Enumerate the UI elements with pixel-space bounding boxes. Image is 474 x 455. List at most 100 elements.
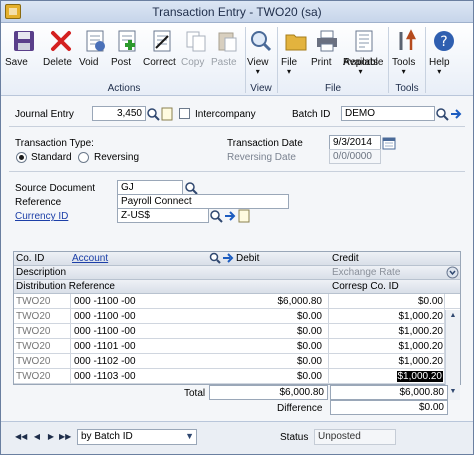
available-reports-button[interactable]: Available Reports [343,25,385,81]
expansion-arrow-icon[interactable] [223,209,237,223]
total-credit-field: $6,000.80 [330,385,448,400]
post-button[interactable]: Post [111,25,143,81]
post-icon [115,29,139,53]
reversing-date-field: 0/0/0000 [329,149,381,164]
currency-id-field[interactable]: Z-US$ [117,208,209,223]
note-icon[interactable] [237,209,251,223]
transaction-type-label: Transaction Type: [15,138,94,149]
difference-label: Difference [277,403,323,414]
footer-bar: ◀◀ ◀ ▶ ▶▶ by Batch ID ▼ Status Unposted [1,421,473,454]
group-label-actions: Actions [107,83,141,94]
svg-text:?: ? [440,34,447,50]
transaction-date-label: Transaction Date [227,138,303,149]
status-label: Status [280,432,309,443]
correct-button[interactable]: Correct [143,25,181,81]
printer-icon [315,29,339,53]
distribution-grid: Co. ID Account Debit Credit Description … [13,251,461,400]
previous-record-icon[interactable]: ◀ [31,431,43,443]
save-button[interactable]: Save [5,25,43,81]
paste-button[interactable]: Paste [211,25,243,81]
currency-id-link[interactable]: Currency ID [15,211,68,222]
table-row[interactable]: TWO20 000 -1101 -00 $0.00 $1,000.20 [14,339,460,354]
journal-entry-label: Journal Entry [15,109,74,120]
source-document-label: Source Document [15,183,96,194]
calendar-icon[interactable] [382,136,396,150]
standard-label: Standard [31,152,72,163]
sort-by-select[interactable]: by Batch ID ▼ [77,429,197,445]
table-row[interactable]: TWO20 000 -1102 -00 $0.00 $1,000.20 [14,354,460,369]
correct-icon [150,29,174,53]
ribbon-separator [277,27,278,93]
account-header-link[interactable]: Account [72,253,108,264]
print-button[interactable]: Print [311,25,343,81]
reversing-label: Reversing [94,152,140,163]
transaction-form: Journal Entry 3,450 Intercompany Batch I… [1,97,473,417]
title-bar: Transaction Entry - TWO20 (sa) [1,1,473,23]
reference-label: Reference [15,197,62,208]
grid-header-row: Co. ID Account Debit Credit [14,252,460,266]
reversing-date-label: Reversing Date [227,152,296,163]
ribbon-toolbar: Save Delete Void Post Correct Copy Paste… [1,23,473,96]
lookup-magnifier-icon[interactable] [435,107,449,121]
void-icon [83,29,107,53]
group-label-tools: Tools [395,83,419,94]
reports-icon [352,29,376,53]
intercompany-label: Intercompany [195,109,256,120]
reference-field[interactable]: Payroll Connect [117,194,289,209]
scroll-up-icon[interactable]: ▲ [448,312,458,322]
delete-button[interactable]: Delete [43,25,79,81]
lookup-magnifier-icon[interactable] [209,209,223,223]
batch-id-label: Batch ID [292,109,331,120]
table-row[interactable]: TWO20 000 -1103 -00 $0.00 $1,000.20 [14,369,460,384]
group-label-file: File [324,83,342,94]
credit-header: Credit [332,253,359,264]
batch-id-field[interactable]: DEMO [341,106,435,121]
tools-button[interactable]: Tools [392,25,422,81]
debit-header: Debit [236,253,260,264]
last-record-icon[interactable]: ▶▶ [59,431,71,443]
table-row[interactable]: TWO20 000 -1100 -00 $6,000.80 $0.00 [14,294,460,309]
copy-button[interactable]: Copy [181,25,211,81]
table-row[interactable]: TWO20 000 -1100 -00 $0.00 $1,000.20 [14,324,460,339]
grid-header-row: Distribution Reference Corresp Co. ID [14,280,460,294]
void-button[interactable]: Void [79,25,111,81]
difference-credit-field: $0.00 [330,400,448,415]
next-record-icon[interactable]: ▶ [45,431,57,443]
tools-icon [395,29,419,53]
transaction-date-field[interactable]: 9/3/2014 [329,135,381,150]
lookup-magnifier-icon[interactable] [146,107,160,121]
paste-icon [215,29,239,53]
file-button[interactable]: File [281,25,311,81]
ribbon-separator [388,27,389,93]
help-button[interactable]: ? Help [429,25,459,81]
source-document-field[interactable]: GJ [117,180,183,195]
chevron-down-icon: ▼ [185,431,194,441]
expansion-arrow-icon[interactable] [449,107,463,121]
journal-entry-field[interactable]: 3,450 [92,106,146,121]
description-header: Description [16,267,67,278]
status-field: Unposted [314,429,396,445]
intercompany-checkbox[interactable] [179,108,190,119]
magnifier-icon [249,29,273,53]
scroll-down-icon[interactable]: ▼ [448,388,458,398]
standard-radio[interactable] [16,152,27,163]
corresp-co-id-header: Corresp Co. ID [332,281,399,292]
help-icon: ? [432,29,456,53]
grid-header-row: Description Exchange Rate [14,266,460,280]
note-icon[interactable] [160,107,174,121]
header-arrow-icon[interactable] [222,252,234,267]
divider [9,171,465,172]
lookup-magnifier-icon[interactable] [184,181,198,195]
distribution-reference-header: Distribution Reference [16,281,115,292]
first-record-icon[interactable]: ◀◀ [15,431,27,443]
save-icon [12,29,36,53]
folder-icon [284,29,308,53]
ribbon-separator [425,27,426,93]
table-row[interactable]: TWO20 000 -1100 -00 $0.00 $1,000.20 [14,309,460,324]
copy-icon [184,29,208,53]
group-label-view: View [250,83,272,94]
divider [9,126,465,127]
reversing-radio[interactable] [78,152,89,163]
view-button[interactable]: View [247,25,275,81]
header-magnifier-icon[interactable] [209,252,221,267]
